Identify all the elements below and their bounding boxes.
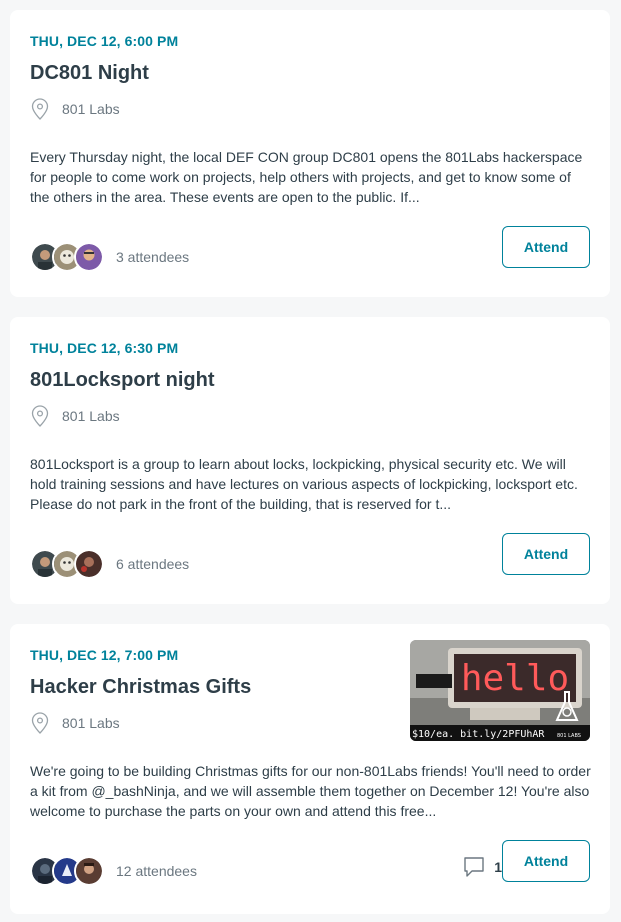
- attendee-avatars: [30, 549, 104, 579]
- event-date: THU, DEC 12, 7:00 PM: [30, 647, 179, 663]
- image-caption: $10/ea. bit.ly/2PFUhAR: [412, 729, 545, 740]
- attendee-avatars: [30, 242, 104, 272]
- venue-name: 801 Labs: [62, 408, 120, 424]
- attendee-count: 6 attendees: [116, 556, 190, 572]
- event-venue: 801 Labs: [30, 405, 120, 427]
- avatar: [74, 549, 104, 579]
- comment-count[interactable]: 1: [462, 855, 502, 879]
- logo-text: 801 LABS: [557, 733, 581, 739]
- event-card-hacker-christmas-gifts[interactable]: THU, DEC 12, 7:00 PM Hacker Christmas Gi…: [10, 624, 610, 914]
- event-title[interactable]: DC801 Night: [30, 62, 149, 85]
- venue-name: 801 Labs: [62, 715, 120, 731]
- event-venue: 801 Labs: [30, 98, 120, 120]
- attendee-summary[interactable]: 12 attendees: [30, 856, 197, 886]
- attendee-summary[interactable]: 6 attendees: [30, 549, 189, 579]
- event-date: THU, DEC 12, 6:00 PM: [30, 33, 179, 49]
- event-image[interactable]: hello 801 LABS $10/ea. bit.ly/2PFUhAR: [410, 640, 590, 741]
- event-description: Every Thursday night, the local DEF CON …: [30, 149, 583, 205]
- event-date: THU, DEC 12, 6:30 PM: [30, 340, 179, 356]
- attend-button[interactable]: Attend: [502, 840, 590, 882]
- attendee-count: 12 attendees: [116, 863, 197, 879]
- speech-bubble-icon: [464, 857, 484, 877]
- attend-button[interactable]: Attend: [502, 533, 590, 575]
- map-pin-icon: [31, 712, 49, 734]
- avatar: [74, 856, 104, 886]
- map-pin-icon: [31, 405, 49, 427]
- venue-name: 801 Labs: [62, 101, 120, 117]
- attendee-summary[interactable]: 3 attendees: [30, 242, 189, 272]
- map-pin-icon: [31, 98, 49, 120]
- event-card-801locksport-night[interactable]: THU, DEC 12, 6:30 PM 801Locksport night …: [10, 317, 610, 604]
- comment-count-value: 1: [494, 859, 502, 875]
- event-venue: 801 Labs: [30, 712, 120, 734]
- attend-button[interactable]: Attend: [502, 226, 590, 268]
- event-description: 801Locksport is a group to learn about l…: [30, 456, 578, 512]
- event-card-dc801-night[interactable]: THU, DEC 12, 6:00 PM DC801 Night 801 Lab…: [10, 10, 610, 297]
- event-title[interactable]: Hacker Christmas Gifts: [30, 676, 251, 699]
- attendee-avatars: [30, 856, 104, 886]
- avatar: [74, 242, 104, 272]
- event-description: We're going to be building Christmas gif…: [30, 763, 591, 819]
- event-title[interactable]: 801Locksport night: [30, 369, 214, 392]
- led-sign-photo: hello 801 LABS: [410, 640, 590, 741]
- attendee-count: 3 attendees: [116, 249, 190, 265]
- led-sign-text: hello: [461, 658, 569, 699]
